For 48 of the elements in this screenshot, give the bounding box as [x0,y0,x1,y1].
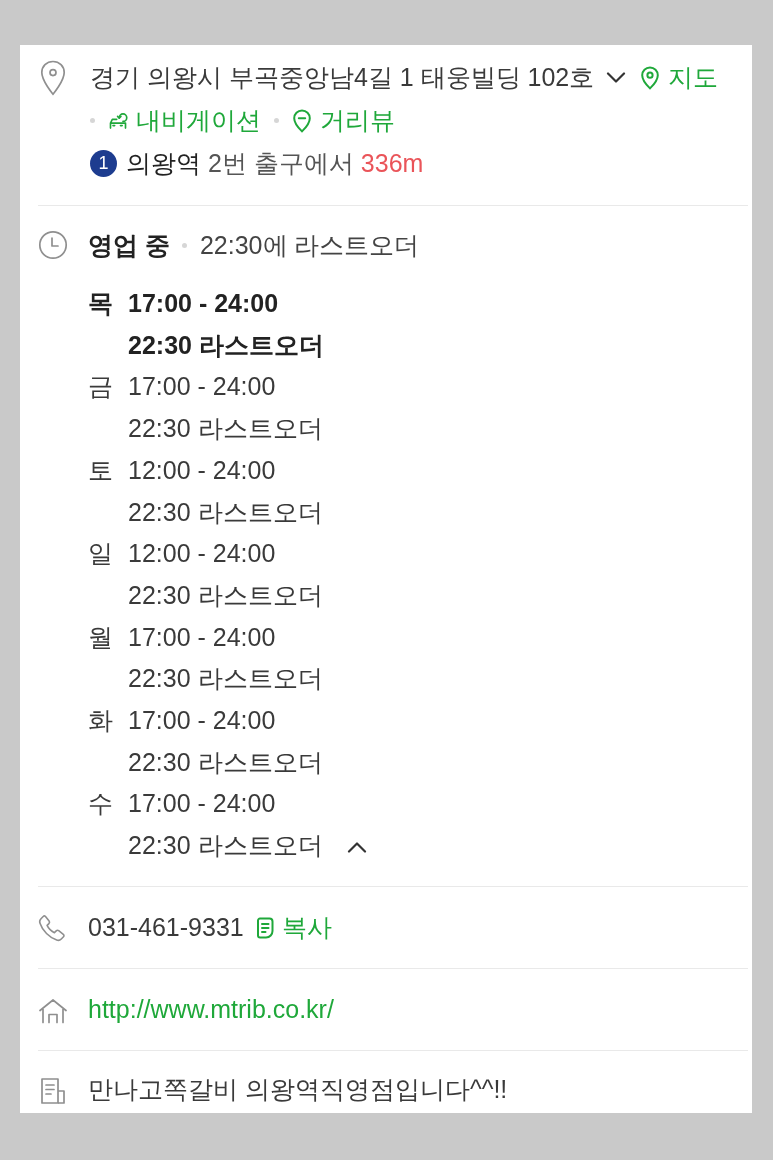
separator-dot-icon [274,118,279,123]
day-label: 목 [88,288,114,319]
exit-text: 2번 출구에서 [208,148,354,179]
subway-line-badge: 1 [90,150,117,177]
separator-dot-icon [181,242,187,248]
day-label: 수 [88,788,114,820]
copy-button[interactable]: 복사 [255,911,332,945]
last-order-time: 22:30 라스트오더 [128,830,323,862]
separator-dot-icon [90,118,95,123]
map-link[interactable]: 지도 [640,61,719,94]
open-status: 영업 중 [88,229,170,261]
chevron-down-icon[interactable] [606,71,627,84]
last-order-time: 22:30 라스트오더 [128,496,323,528]
day-label: 화 [88,705,114,737]
home-icon [38,997,68,1024]
navigation-link[interactable]: 내비게이션 [108,104,261,137]
opening-hours: 17:00 - 24:00 [128,788,277,820]
last-order-time: 22:30 라스트오더 [128,329,324,361]
chevron-up-icon[interactable] [346,841,367,853]
opening-hours: 17:00 - 24:00 [128,288,280,319]
opening-hours: 12:00 - 24:00 [128,454,277,486]
day-label: 일 [88,538,114,570]
day-label: 월 [88,621,114,653]
opening-hours: 17:00 - 24:00 [128,705,277,737]
distance-text: 336m [360,149,424,178]
opening-hours: 17:00 - 24:00 [128,371,277,403]
street-view-link[interactable]: 거리뷰 [292,104,395,137]
website-link[interactable]: http://www.mtrib.co.kr/ [88,995,334,1025]
copy-icon [255,916,276,939]
document-icon [40,1076,66,1105]
phone-icon [38,913,66,942]
last-order-time: 22:30 라스트오더 [128,413,323,445]
station-name: 의왕역 [126,148,201,179]
opening-hours: 12:00 - 24:00 [128,538,277,570]
day-label: 토 [88,454,114,486]
last-order-time: 22:30 라스트오더 [128,579,323,611]
pin-icon [292,108,312,133]
last-order-time: 22:30 라스트오더 [128,663,323,695]
map-pin-icon [640,65,661,90]
clock-icon [38,230,68,260]
description-text: 만나고쪽갈비 의왕역직영점입니다^^!! [88,1074,508,1106]
day-label: 금 [88,371,114,403]
phone-number: 031-461-9331 [88,913,244,943]
location-pin-icon [40,60,66,96]
opening-hours: 17:00 - 24:00 [128,621,277,653]
address-text: 경기 의왕시 부곡중앙남4길 1 태웅빌딩 102호 [90,62,595,93]
last-order-note: 22:30에 라스트오더 [199,229,420,261]
last-order-time: 22:30 라스트오더 [128,746,323,778]
